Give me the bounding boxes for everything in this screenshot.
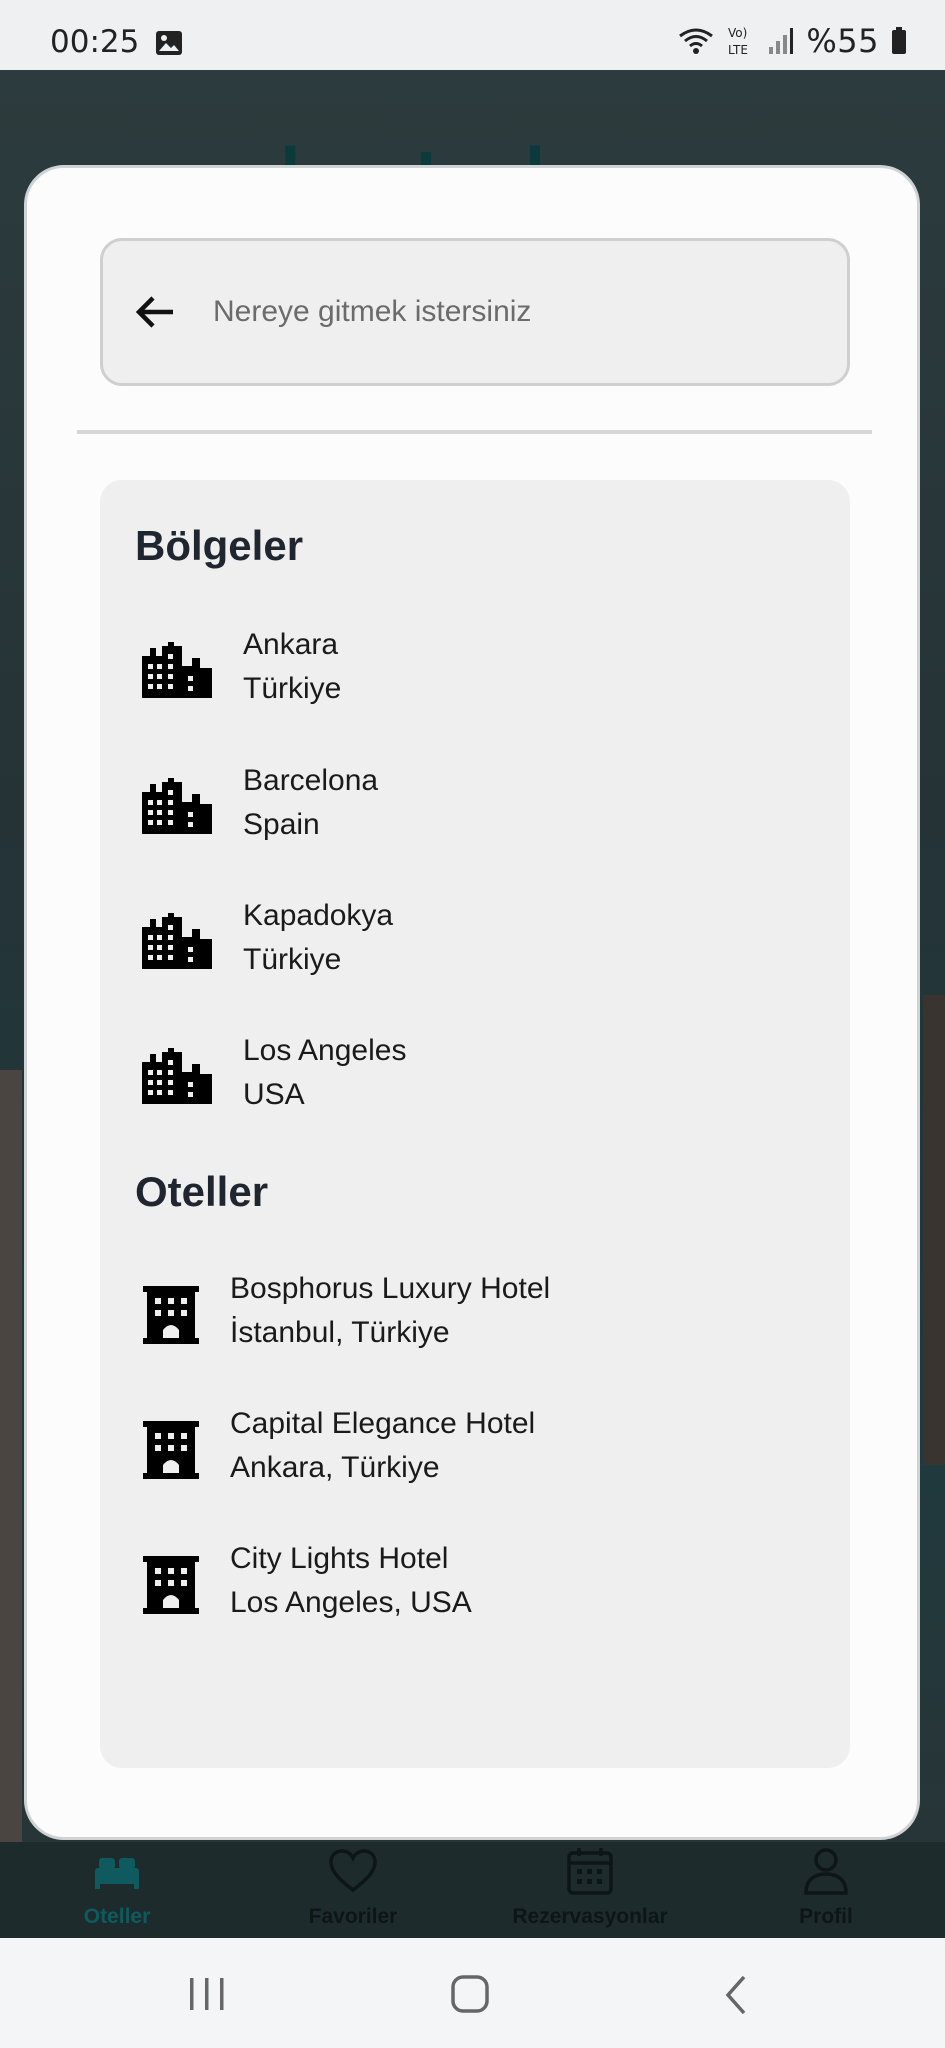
bed-icon — [95, 1858, 139, 1889]
home-icon[interactable] — [450, 1974, 490, 2014]
hotels-title: Oteller — [135, 1168, 269, 1215]
city-icon — [142, 642, 212, 698]
status-bar: 00:25 Vo) LTE %55 — [0, 0, 945, 70]
back-nav-icon[interactable] — [722, 1974, 750, 2016]
status-time: 00:25 — [50, 24, 140, 60]
svg-text:Vo): Vo) — [728, 26, 747, 40]
region-country: Türkiye — [243, 943, 342, 976]
status-icons: Vo) LTE %55 — [678, 22, 907, 60]
background-image-edge — [0, 1070, 22, 1920]
hotel-location: İstanbul, Türkiye — [230, 1316, 450, 1349]
region-name: Ankara — [243, 628, 339, 661]
region-country: USA — [243, 1078, 305, 1111]
hotel-name: City Lights Hotel — [230, 1542, 449, 1575]
hotel-item[interactable]: City Lights Hotel Los Angeles, USA — [135, 1542, 815, 1632]
region-item[interactable]: Kapadokya Türkiye — [135, 899, 815, 989]
hotel-name: Bosphorus Luxury Hotel — [230, 1272, 551, 1305]
nav-item-favoriler[interactable]: Favoriler — [253, 1842, 453, 1938]
search-input[interactable] — [211, 281, 795, 343]
image-icon — [156, 31, 182, 55]
hotel-location: Los Angeles, USA — [230, 1586, 472, 1619]
region-name: Kapadokya — [243, 899, 394, 932]
background-image-edge — [923, 995, 945, 1465]
wifi-icon — [679, 28, 714, 54]
hotel-item[interactable]: Bosphorus Luxury Hotel İstanbul, Türkiye — [135, 1272, 815, 1362]
person-icon — [804, 1848, 848, 1895]
system-navigation-bar — [0, 1938, 945, 2048]
region-country: Spain — [243, 808, 320, 841]
region-item[interactable]: Los Angeles USA — [135, 1034, 815, 1124]
region-name: Barcelona — [243, 764, 379, 797]
hotel-building-icon — [143, 1556, 199, 1614]
nav-item-rezervasyonlar[interactable]: Rezervasyonlar — [490, 1842, 690, 1938]
hotel-item[interactable]: Capital Elegance Hotel Ankara, Türkiye — [135, 1407, 815, 1497]
divider — [77, 430, 872, 434]
volte-icon: Vo) LTE — [728, 26, 748, 57]
arrow-left-icon[interactable] — [131, 288, 179, 336]
hotel-location: Ankara, Türkiye — [230, 1451, 440, 1484]
city-icon — [142, 913, 212, 969]
results-panel: Bölgeler Ankara Türkiye Barcelona Spain … — [100, 480, 850, 1768]
hotel-building-icon — [143, 1421, 199, 1479]
region-name: Los Angeles — [243, 1034, 407, 1067]
heart-icon — [329, 1849, 377, 1893]
region-country: Türkiye — [243, 672, 342, 705]
region-item[interactable]: Ankara Türkiye — [135, 628, 815, 718]
svg-text:LTE: LTE — [728, 43, 748, 57]
search-bar[interactable] — [100, 238, 850, 386]
city-icon — [142, 1048, 212, 1104]
search-modal: Bölgeler Ankara Türkiye — [24, 165, 920, 1840]
hotel-building-icon — [143, 1286, 199, 1344]
calendar-icon — [567, 1848, 613, 1895]
recent-apps-icon[interactable] — [187, 1976, 227, 2012]
nav-item-oteller[interactable]: Oteller — [17, 1842, 217, 1938]
region-item[interactable]: Barcelona Spain — [135, 764, 815, 854]
regions-title: Bölgeler — [135, 522, 304, 569]
city-icon — [142, 778, 212, 834]
nav-item-profil[interactable]: Profil — [726, 1842, 926, 1938]
hotel-name: Capital Elegance Hotel — [230, 1407, 536, 1440]
signal-icon — [769, 28, 794, 54]
battery-icon — [892, 27, 906, 54]
battery-percentage: %55 — [806, 22, 879, 60]
bottom-navigation: Oteller Favoriler Rezervasyonlar Profil — [0, 1842, 945, 1938]
